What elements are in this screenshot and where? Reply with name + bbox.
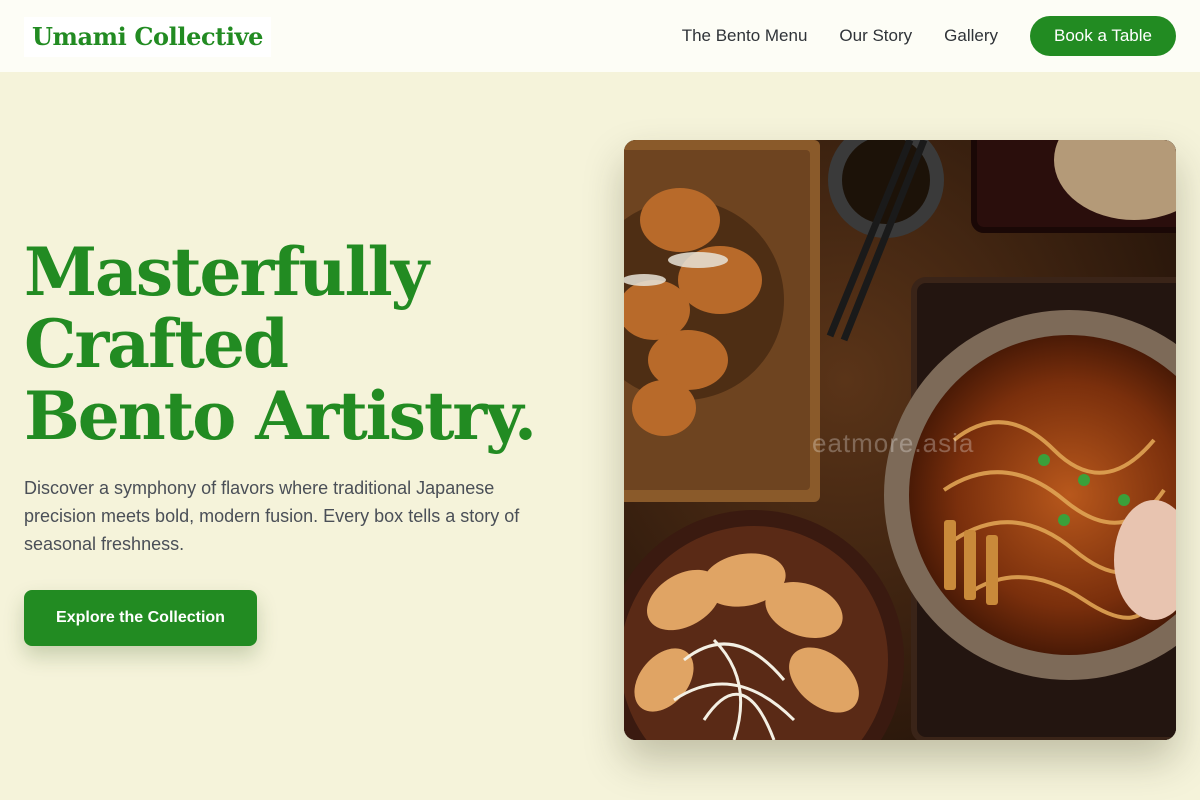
headline-line-3: Bento Artistry. bbox=[24, 377, 537, 455]
headline-line-1: Masterfully bbox=[24, 233, 429, 311]
nav-link-bento-menu[interactable]: The Bento Menu bbox=[682, 26, 808, 46]
site-header: Umami Collective The Bento Menu Our Stor… bbox=[0, 0, 1200, 72]
explore-collection-button[interactable]: Explore the Collection bbox=[24, 590, 257, 646]
hero-food-photo: eatmore.asia bbox=[624, 140, 1176, 740]
nav-link-our-story[interactable]: Our Story bbox=[839, 26, 912, 46]
brand-logo[interactable]: Umami Collective bbox=[24, 17, 271, 57]
photo-watermark: eatmore.asia bbox=[812, 428, 975, 458]
hero-headline: Masterfully Crafted Bento Artistry. bbox=[24, 236, 584, 452]
hero-description: Discover a symphony of flavors where tra… bbox=[24, 478, 520, 554]
nav-link-gallery[interactable]: Gallery bbox=[944, 26, 998, 46]
book-table-button[interactable]: Book a Table bbox=[1030, 16, 1176, 56]
main-nav: The Bento Menu Our Story Gallery Book a … bbox=[682, 16, 1176, 56]
headline-line-2: Crafted bbox=[24, 305, 289, 383]
